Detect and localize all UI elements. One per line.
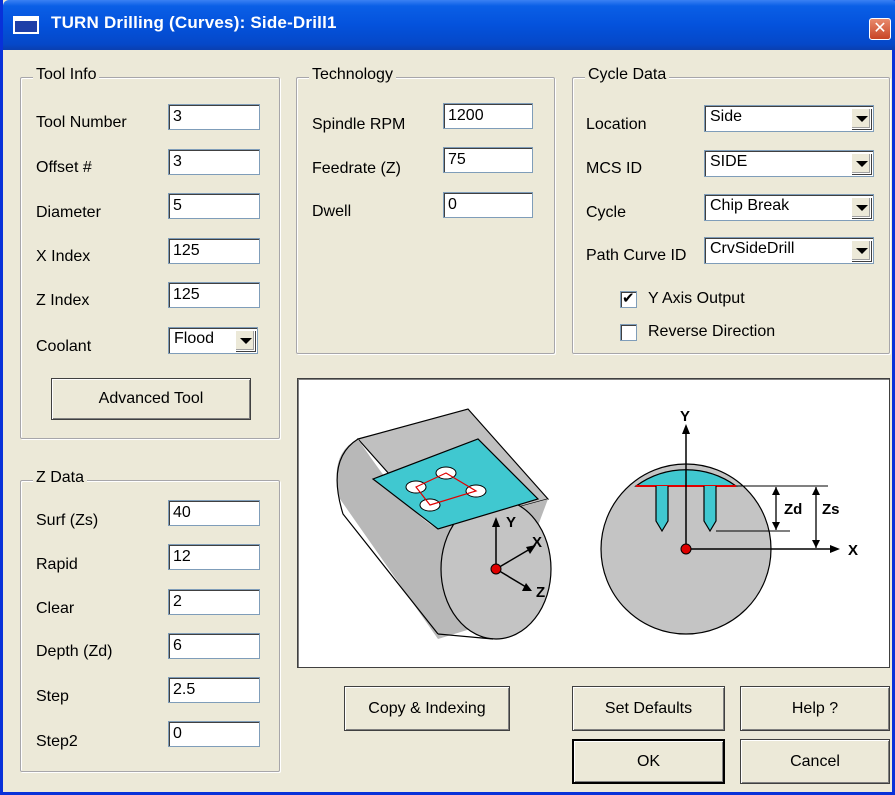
tool-info-label: Tool Info xyxy=(33,66,100,84)
surf-field[interactable]: 40 xyxy=(168,500,260,526)
help-button[interactable]: Help ? xyxy=(740,686,890,731)
zs-dimension-label: Zs xyxy=(822,501,840,518)
mcs-id-value: SIDE xyxy=(710,153,748,170)
depth-label: Depth (Zd) xyxy=(36,643,113,660)
z-index-field[interactable]: 125 xyxy=(168,282,260,308)
cross-section-view: Y X Zd Zs xyxy=(600,408,858,635)
left-z-axis-label: Z xyxy=(536,584,545,601)
mcs-id-select[interactable]: SIDE xyxy=(704,150,874,177)
cycle-label: Cycle xyxy=(586,204,627,221)
left-x-axis-label: X xyxy=(532,534,542,551)
path-curve-id-label: Path Curve ID xyxy=(586,247,687,264)
checkmark-icon: ✔ xyxy=(622,290,635,307)
dwell-field[interactable]: 0 xyxy=(443,192,533,218)
z-data-label: Z Data xyxy=(33,469,88,487)
diameter-field[interactable]: 5 xyxy=(168,193,260,219)
window-icon xyxy=(13,16,39,34)
right-y-axis-label: Y xyxy=(680,408,690,425)
step-field[interactable]: 2.5 xyxy=(168,677,260,703)
y-axis-output-checkbox[interactable]: ✔ xyxy=(620,290,637,308)
x-index-field[interactable]: 125 xyxy=(168,238,260,264)
chevron-down-icon[interactable] xyxy=(851,240,871,261)
reverse-direction-checkbox[interactable] xyxy=(620,324,637,341)
advanced-tool-button[interactable]: Advanced Tool xyxy=(51,378,251,420)
cylinder-3d-view: Y X Z xyxy=(336,408,552,640)
location-select[interactable]: Side xyxy=(704,105,874,132)
coolant-value: Flood xyxy=(174,330,215,347)
offset-field[interactable]: 3 xyxy=(168,149,260,175)
cancel-button-label: Cancel xyxy=(790,752,840,770)
close-button[interactable]: ✕ xyxy=(869,18,891,40)
clear-field[interactable]: 2 xyxy=(168,589,260,615)
cycle-data-label: Cycle Data xyxy=(585,66,670,84)
left-y-axis-label: Y xyxy=(506,514,516,531)
copy-indexing-button[interactable]: Copy & Indexing xyxy=(344,686,510,731)
copy-indexing-button-label: Copy & Indexing xyxy=(368,699,486,717)
cycle-value: Chip Break xyxy=(710,197,790,214)
chevron-down-icon[interactable] xyxy=(851,108,871,129)
window-title: TURN Drilling (Curves): Side-Drill1 xyxy=(51,13,337,32)
chevron-down-icon[interactable] xyxy=(851,197,871,218)
rapid-label: Rapid xyxy=(36,556,78,573)
set-defaults-button[interactable]: Set Defaults xyxy=(572,686,725,731)
advanced-tool-button-label: Advanced Tool xyxy=(98,390,204,407)
step-label: Step xyxy=(36,688,69,705)
cycle-select[interactable]: Chip Break xyxy=(704,194,874,221)
ok-button[interactable]: OK xyxy=(572,739,725,784)
reverse-direction-label: Reverse Direction xyxy=(648,323,776,340)
spindle-rpm-field[interactable]: 1200 xyxy=(443,103,533,129)
mcs-id-label: MCS ID xyxy=(586,160,642,177)
chevron-down-icon[interactable] xyxy=(235,330,255,351)
coolant-label: Coolant xyxy=(36,338,92,355)
coolant-select[interactable]: Flood xyxy=(168,327,258,354)
zd-dimension-label: Zd xyxy=(784,501,802,518)
technology-label: Technology xyxy=(309,66,396,84)
spindle-rpm-label: Spindle RPM xyxy=(312,116,406,133)
step2-label: Step2 xyxy=(36,733,78,750)
feedrate-label: Feedrate (Z) xyxy=(312,160,401,177)
z-index-label: Z Index xyxy=(36,292,90,309)
help-button-label: Help ? xyxy=(791,699,839,717)
offset-label: Offset # xyxy=(36,159,92,176)
diameter-label: Diameter xyxy=(36,204,101,221)
right-x-axis-label: X xyxy=(848,542,858,559)
drilling-diagram: Y X Z Y X Zd Zs xyxy=(336,408,858,640)
path-curve-id-value: CrvSideDrill xyxy=(710,240,795,257)
x-index-label: X Index xyxy=(36,248,91,265)
chevron-down-icon[interactable] xyxy=(851,153,871,174)
path-curve-id-select[interactable]: CrvSideDrill xyxy=(704,237,874,264)
feedrate-field[interactable]: 75 xyxy=(443,147,533,173)
dialog-window: TURN Drilling (Curves): Side-Drill1 ✕ To… xyxy=(0,0,895,795)
location-value: Side xyxy=(710,108,743,125)
rapid-field[interactable]: 12 xyxy=(168,544,260,570)
title-bar[interactable]: TURN Drilling (Curves): Side-Drill1 ✕ xyxy=(3,0,895,50)
cancel-button[interactable]: Cancel xyxy=(740,739,890,784)
ok-button-label: OK xyxy=(636,752,661,770)
depth-field[interactable]: 6 xyxy=(168,633,260,659)
y-axis-output-label: Y Axis Output xyxy=(648,290,745,307)
tool-number-field[interactable]: 3 xyxy=(168,104,260,130)
clear-label: Clear xyxy=(36,600,75,617)
set-defaults-button-label: Set Defaults xyxy=(604,699,693,717)
drilling-diagram-panel: Y X Z Y X Zd Zs xyxy=(297,378,890,668)
surf-label: Surf (Zs) xyxy=(36,512,99,529)
location-label: Location xyxy=(586,116,647,133)
tool-number-label: Tool Number xyxy=(36,114,127,131)
step2-field[interactable]: 0 xyxy=(168,721,260,747)
dwell-label: Dwell xyxy=(312,203,352,220)
